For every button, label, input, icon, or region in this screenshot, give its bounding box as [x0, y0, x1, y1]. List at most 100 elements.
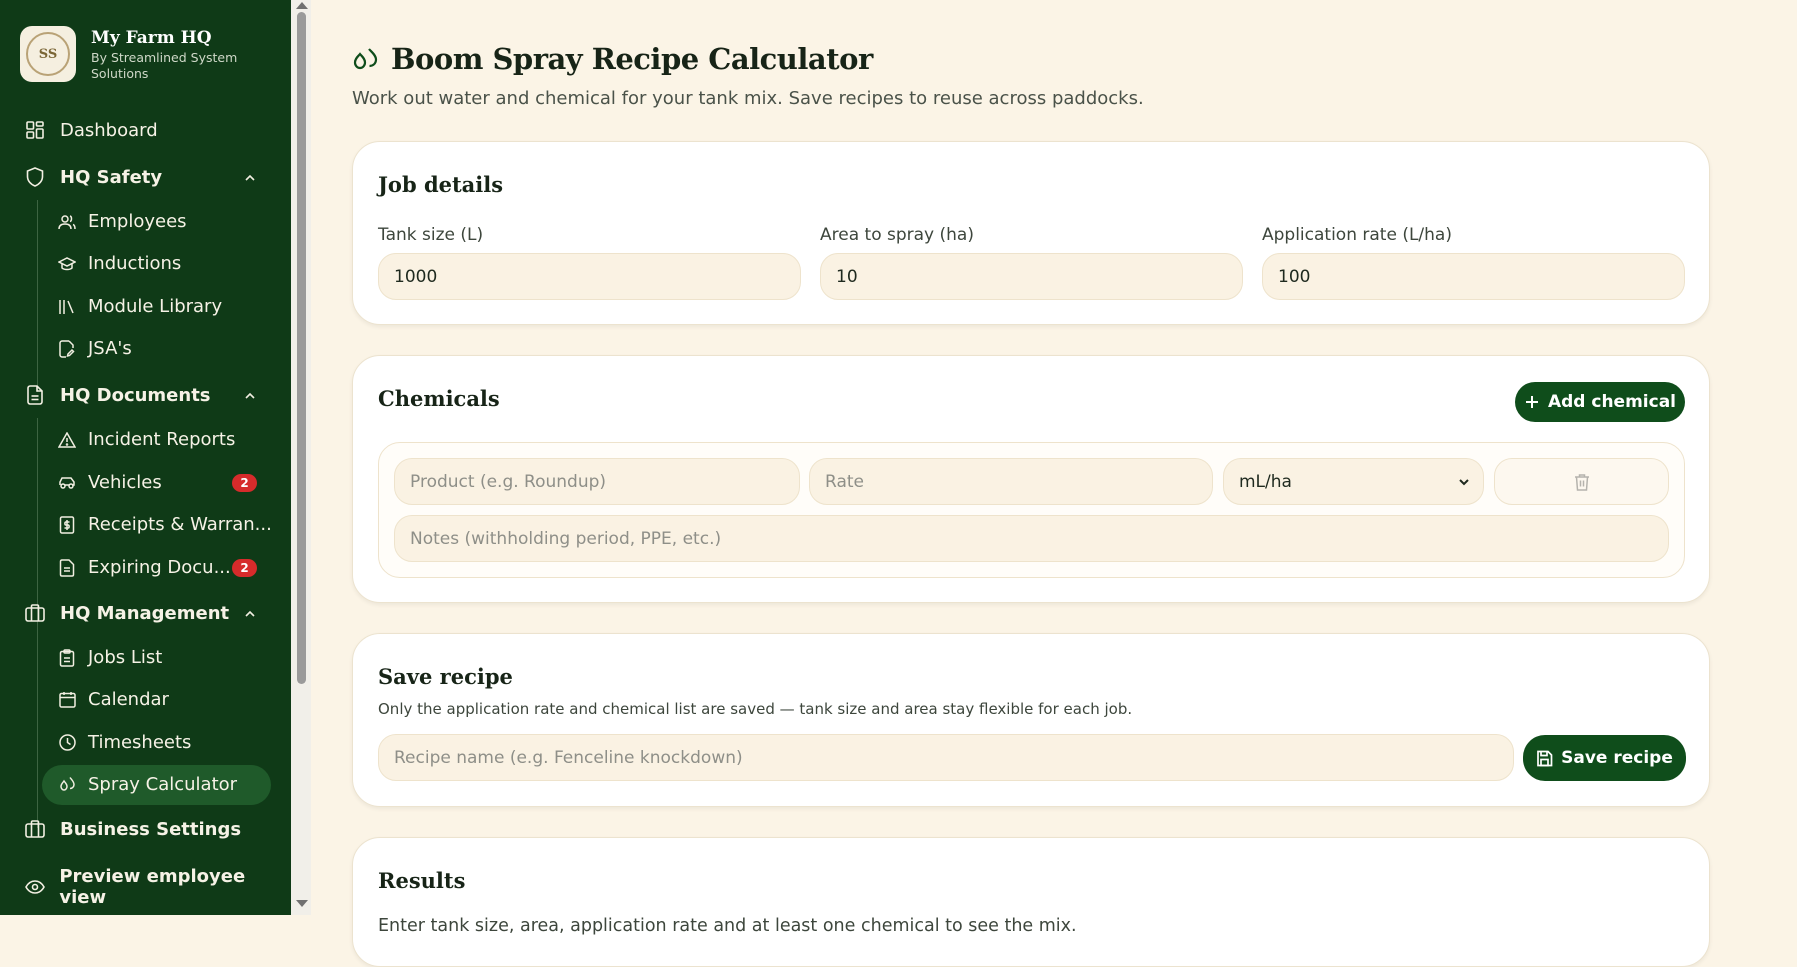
logo-mark: SS — [26, 32, 70, 76]
chevron-up-icon — [245, 610, 255, 617]
nav-business-settings-label: Business Settings — [60, 818, 242, 840]
brand-title: My Farm HQ — [91, 28, 212, 48]
brand[interactable]: SS My Farm HQ By Streamlined System Solu… — [20, 26, 241, 82]
nav-calendar[interactable]: Calendar — [58, 689, 169, 710]
droplets-icon — [353, 47, 378, 69]
save-recipe-label: Save recipe — [1561, 748, 1673, 768]
nav-dashboard-label: Dashboard — [60, 119, 158, 141]
trash-icon — [1574, 473, 1589, 491]
job-details-card: Job details Tank size (L) 1000 Area to s… — [352, 141, 1710, 325]
grid-icon — [24, 119, 46, 141]
plus-icon — [1524, 394, 1540, 410]
nav-inductions[interactable]: Inductions — [58, 253, 181, 274]
nav-hq-management[interactable]: HQ Management — [24, 602, 255, 624]
nav-spray-calculator-label: Spray Calculator — [88, 774, 238, 795]
shield-icon — [24, 166, 46, 188]
graduation-cap-icon — [58, 255, 76, 273]
building-icon — [24, 818, 46, 840]
chemical-row: Product (e.g. Roundup) Rate mL/ha Notes … — [378, 442, 1685, 578]
save-recipe-button[interactable]: Save recipe — [1523, 735, 1686, 781]
nav-calendar-label: Calendar — [88, 689, 169, 710]
nav-receipts[interactable]: Receipts & Warran... — [58, 514, 272, 535]
nav-business-settings[interactable]: Business Settings — [24, 818, 241, 840]
clipboard-icon — [58, 648, 76, 667]
nav-incident-reports[interactable]: Incident Reports — [58, 429, 235, 450]
add-chemical-label: Add chemical — [1547, 392, 1677, 412]
chemicals-title: Chemicals — [378, 386, 500, 411]
nav-receipts-label: Receipts & Warran... — [88, 514, 272, 535]
nav-hq-safety[interactable]: HQ Safety — [24, 166, 255, 188]
nav-jsas[interactable]: JSA's — [58, 338, 132, 359]
job-details-title: Job details — [378, 172, 504, 197]
results-card: Results Enter tank size, area, applicati… — [352, 837, 1710, 967]
nav-hq-documents[interactable]: HQ Documents — [24, 384, 255, 406]
rate-input[interactable]: Rate — [809, 458, 1213, 505]
nav-expiring-docs-label: Expiring Docu... — [88, 557, 231, 578]
nav-employees[interactable]: Employees — [58, 211, 187, 232]
nav-vehicles[interactable]: Vehicles — [58, 472, 162, 493]
delete-chemical-button[interactable] — [1494, 458, 1669, 505]
car-icon — [58, 474, 76, 492]
save-recipe-card: Save recipe Only the application rate an… — [352, 633, 1710, 807]
scroll-up-arrow[interactable] — [296, 2, 308, 9]
briefcase-icon — [24, 602, 46, 624]
nav-spray-calculator[interactable]: Spray Calculator — [58, 774, 237, 795]
results-empty-text: Enter tank size, area, application rate … — [378, 916, 1077, 936]
eye-icon — [24, 876, 45, 898]
nav-preview-employee-view[interactable]: Preview employee view — [24, 866, 291, 908]
application-rate-input[interactable]: 100 — [1262, 253, 1685, 300]
unit-select[interactable]: mL/ha — [1223, 458, 1484, 505]
application-rate-label: Application rate (L/ha) — [1262, 225, 1452, 245]
nav-dashboard[interactable]: Dashboard — [24, 119, 158, 141]
nav-hq-safety-label: HQ Safety — [60, 166, 163, 188]
droplets-icon — [58, 776, 76, 794]
nav-inductions-label: Inductions — [88, 253, 182, 274]
chevron-up-icon — [245, 392, 255, 399]
chevron-down-icon — [1459, 479, 1469, 486]
nav-jsas-label: JSA's — [88, 338, 132, 359]
tank-size-input[interactable]: 1000 — [378, 253, 801, 300]
scroll-down-arrow[interactable] — [296, 900, 308, 907]
chemicals-card: Chemicals Add chemical Product (e.g. Rou… — [352, 355, 1710, 603]
product-input[interactable]: Product (e.g. Roundup) — [394, 458, 800, 505]
page-subtitle: Work out water and chemical for your tan… — [352, 88, 1144, 109]
recipe-name-input[interactable]: Recipe name (e.g. Fenceline knockdown) — [378, 734, 1514, 781]
library-icon — [58, 298, 76, 316]
file-text-icon — [58, 558, 76, 577]
nav-expiring-docs[interactable]: Expiring Docu... — [58, 557, 231, 578]
nav-hq-documents-label: HQ Documents — [60, 384, 211, 406]
nav-jobs-list-label: Jobs List — [88, 647, 163, 668]
area-label: Area to spray (ha) — [820, 225, 974, 245]
receipt-icon — [58, 515, 76, 534]
area-input[interactable]: 10 — [820, 253, 1243, 300]
results-title: Results — [378, 868, 466, 893]
file-edit-icon — [58, 339, 76, 358]
scroll-thumb[interactable] — [297, 12, 306, 684]
users-icon — [58, 213, 76, 231]
nav-tree-line — [37, 636, 38, 828]
unit-select-value: mL/ha — [1239, 471, 1292, 492]
nav-timesheets[interactable]: Timesheets — [58, 732, 191, 753]
sidebar: SS My Farm HQ By Streamlined System Solu… — [0, 0, 291, 915]
page-title: Boom Spray Recipe Calculator — [391, 42, 873, 76]
vehicles-count-badge: 2 — [232, 474, 257, 492]
save-recipe-title: Save recipe — [378, 664, 513, 689]
expiring-count-badge: 2 — [232, 559, 257, 577]
tank-size-label: Tank size (L) — [378, 225, 484, 245]
page-header: Boom Spray Recipe Calculator — [352, 42, 873, 76]
calendar-icon — [58, 691, 76, 709]
nav-hq-management-label: HQ Management — [60, 602, 230, 624]
notes-input[interactable]: Notes (withholding period, PPE, etc.) — [394, 515, 1669, 562]
brand-subtitle: By Streamlined System Solutions — [91, 50, 238, 81]
nav-vehicles-label: Vehicles — [88, 472, 162, 493]
nav-tree-line — [37, 200, 38, 392]
sidebar-scrollbar[interactable] — [291, 0, 311, 915]
clock-icon — [58, 734, 76, 752]
nav-timesheets-label: Timesheets — [88, 732, 192, 753]
nav-module-library[interactable]: Module Library — [58, 296, 222, 317]
chevron-up-icon — [245, 174, 255, 181]
save-recipe-note: Only the application rate and chemical l… — [378, 700, 1133, 718]
logo: SS — [20, 26, 76, 82]
add-chemical-button[interactable]: Add chemical — [1515, 382, 1685, 422]
nav-jobs-list[interactable]: Jobs List — [58, 647, 162, 668]
